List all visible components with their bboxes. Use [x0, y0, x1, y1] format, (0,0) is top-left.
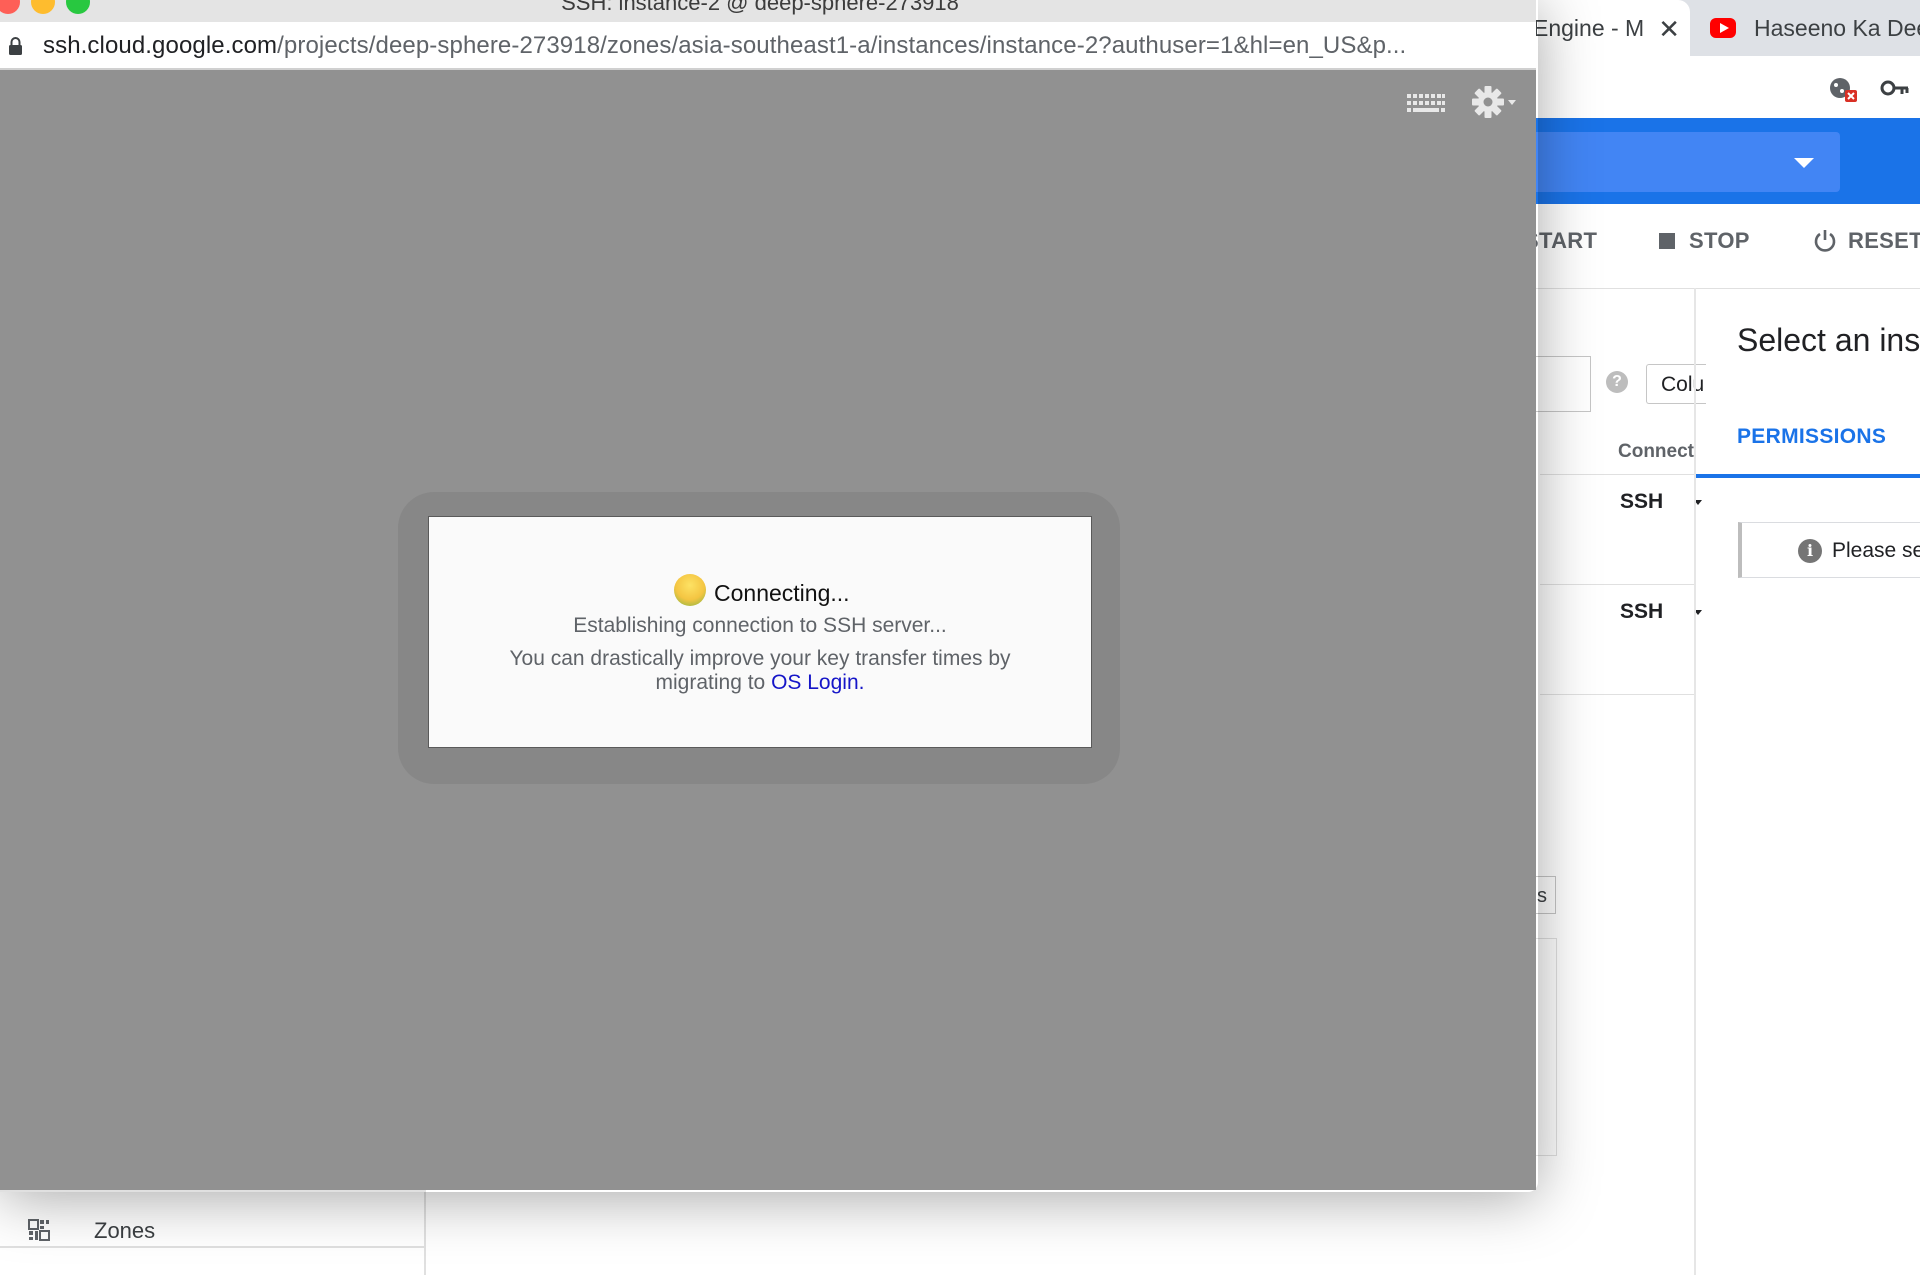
window-titlebar[interactable]: SSH: instance-2 @ deep-sphere-273918 [0, 0, 1536, 22]
keyboard-icon[interactable] [1406, 92, 1446, 116]
connection-message: Establishing connection to SSH server... [573, 614, 947, 637]
info-message-text: Please se [1832, 539, 1920, 562]
reset-button[interactable]: RESET [1812, 228, 1920, 254]
chevron-down-icon [1794, 158, 1814, 168]
connecting-status-icon [674, 574, 706, 606]
lock-icon [9, 37, 22, 55]
row-divider [1540, 694, 1694, 695]
nav-border [424, 1190, 426, 1275]
tab-label: Haseeno Ka Dee [1754, 14, 1920, 41]
columns-button[interactable]: Colu [1646, 364, 1706, 404]
stop-button[interactable]: STOP [1659, 228, 1750, 254]
column-header-connect: Connect [1618, 441, 1694, 462]
side-panel-title: Select an inst [1737, 322, 1920, 358]
tab-permissions[interactable]: PERMISSIONS [1737, 425, 1886, 449]
tab-label: Engine - M [1533, 14, 1645, 41]
panel-divider [1694, 288, 1696, 1275]
row-divider [1540, 474, 1694, 475]
youtube-icon [1710, 18, 1736, 38]
cookie-blocked-icon[interactable] [1828, 76, 1858, 102]
info-icon: i [1798, 539, 1822, 563]
key-icon[interactable] [1880, 78, 1910, 98]
ssh-popup-window: SSH: instance-2 @ deep-sphere-273918 ssh… [0, 0, 1536, 1190]
hint-prefix: migrating to [655, 671, 766, 694]
os-login-link[interactable]: OS Login. [771, 671, 864, 694]
window-title: SSH: instance-2 @ deep-sphere-273918 [561, 0, 959, 15]
zones-icon [28, 1219, 50, 1241]
hint-text: You can drastically improve your key tra… [509, 647, 1011, 670]
nav-divider [0, 1246, 426, 1248]
tab-compute-engine[interactable]: Engine - M ✕ [1515, 0, 1690, 56]
url-path: /projects/deep-sphere-273918/zones/asia-… [277, 32, 1407, 59]
nav-item-zones[interactable]: Zones [94, 1218, 155, 1244]
url-text[interactable]: ssh.cloud.google.com/projects/deep-spher… [43, 32, 1406, 60]
connection-status: Connecting... [714, 580, 850, 606]
stop-icon [1659, 233, 1675, 249]
ssh-label: SSH [1620, 490, 1664, 513]
active-tab-indicator [1696, 474, 1920, 478]
reset-label: RESET [1848, 228, 1920, 253]
stop-label: STOP [1689, 228, 1750, 253]
ssh-button[interactable]: SSH [1620, 490, 1702, 514]
gear-icon[interactable] [1470, 84, 1520, 120]
ssh-button[interactable]: SSH [1620, 600, 1702, 624]
tab-close-icon[interactable]: ✕ [1658, 14, 1680, 45]
row-divider [1540, 584, 1694, 585]
help-icon[interactable]: ? [1606, 371, 1628, 393]
ssh-label: SSH [1620, 600, 1664, 623]
url-host: ssh.cloud.google.com [43, 32, 278, 59]
power-icon [1814, 230, 1836, 252]
tab-youtube[interactable]: Haseeno Ka Dee [1692, 0, 1920, 56]
hint-text-line2: migrating to OS Login. [428, 671, 1092, 695]
